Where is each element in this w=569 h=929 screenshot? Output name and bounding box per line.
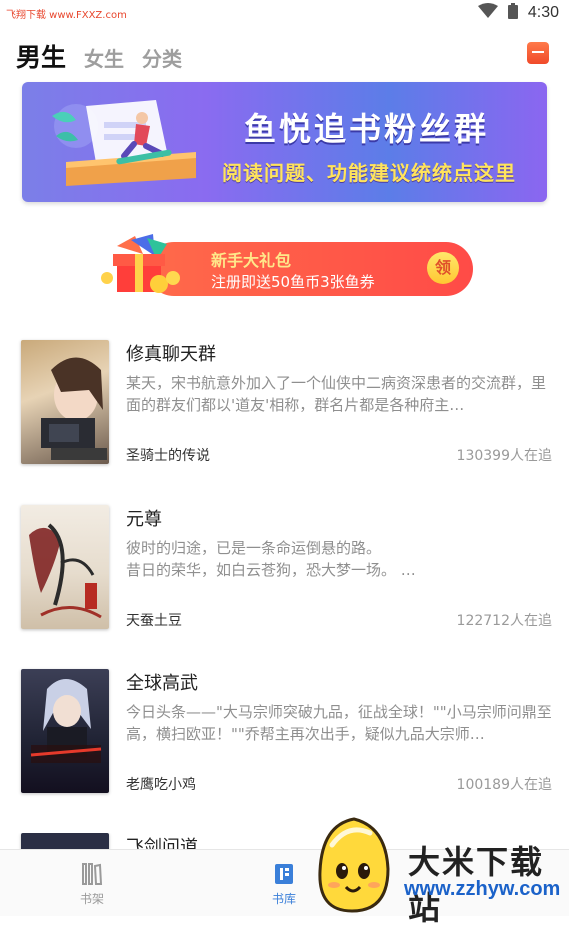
status-bar: 飞翔下载 www.FXXZ.com 4:30 [0, 0, 569, 26]
book-item[interactable]: 元尊 彼时的归途，已是一条命运倒悬的路。 昔日的荣华，如白云苍狗，恐大梦一场。 … [0, 505, 569, 645]
cover-art [29, 523, 102, 619]
book-description: 彼时的归途，已是一条命运倒悬的路。 昔日的荣华，如白云苍狗，恐大梦一场。 … [126, 539, 416, 579]
nav-bookshelf[interactable]: 书架 [62, 862, 122, 907]
mascot-icon [318, 817, 390, 913]
book-cover[interactable] [21, 340, 109, 464]
tab-category[interactable]: 分类 [142, 43, 182, 72]
nav-bookshelf-label: 书架 [79, 892, 104, 906]
book-description: 今日头条——"大马宗师突破九品，征战全球！""小马宗师问鼎至高，横扫欧亚！""乔… [126, 703, 552, 743]
banner-subtitle: 阅读问题、功能建议统统点这里 [222, 161, 516, 185]
book-cover[interactable] [21, 669, 109, 793]
nav-library[interactable]: 书库 [254, 862, 314, 907]
book-cover[interactable] [21, 505, 109, 629]
cover-art [30, 679, 102, 763]
book-follow-count: 130399人在追 [456, 448, 552, 464]
watermark-overlay: 大米下载站 www.zzhyw.com [312, 815, 569, 927]
book-title: 修真聊天群 [126, 344, 216, 365]
tab-male[interactable]: 男生 [16, 38, 66, 74]
promo-title: 新手大礼包 [211, 251, 292, 270]
banner-book-illustration [52, 100, 196, 186]
book-item[interactable]: 修真聊天群 某天，宋书航意外加入了一个仙侠中二病资深患者的交流群，里面的群友们都… [0, 340, 569, 480]
gift-box-icon [101, 234, 180, 293]
wifi-icon [477, 3, 498, 23]
watermark-top: 飞翔下载 www.FXXZ.com [6, 10, 127, 21]
category-tabs: 男生 女生 分类 [16, 38, 182, 74]
newbie-gift-promo[interactable]: 新手大礼包 注册即送50鱼币3张鱼券 领 [97, 234, 473, 298]
book-title: 元尊 [126, 509, 162, 530]
library-icon [275, 864, 293, 884]
book-author: 天蚕土豆 [126, 613, 182, 629]
book-author: 圣骑士的传说 [126, 448, 210, 464]
book-description: 某天，宋书航意外加入了一个仙侠中二病资深患者的交流群，里面的群友们都以'道友'相… [126, 374, 547, 414]
fan-group-banner[interactable]: 鱼悦追书粉丝群 阅读问题、功能建议统统点这里 [22, 82, 547, 202]
nav-library-label: 书库 [271, 892, 296, 906]
book-title: 全球高武 [126, 673, 198, 694]
battery-icon [507, 3, 518, 23]
book-author: 老鹰吃小鸡 [126, 777, 196, 793]
promo-subtitle: 注册即送50鱼币3张鱼券 [211, 273, 375, 291]
cover-art [41, 357, 107, 460]
book-follow-count: 100189人在追 [456, 777, 552, 793]
watermark-url: www.zzhyw.com [404, 878, 561, 900]
book-item[interactable]: 全球高武 今日头条——"大马宗师突破九品，征战全球！""小马宗师问鼎至高，横扫欧… [0, 669, 569, 809]
tab-female[interactable]: 女生 [84, 43, 124, 72]
status-icons: 4:30 [477, 3, 559, 23]
banner-title: 鱼悦追书粉丝群 [244, 110, 490, 148]
bookshelf-icon [82, 863, 103, 885]
gift-icon[interactable] [527, 42, 549, 64]
status-time: 4:30 [527, 4, 559, 21]
claim-button[interactable]: 领 [427, 252, 459, 284]
book-follow-count: 122712人在追 [456, 613, 552, 629]
